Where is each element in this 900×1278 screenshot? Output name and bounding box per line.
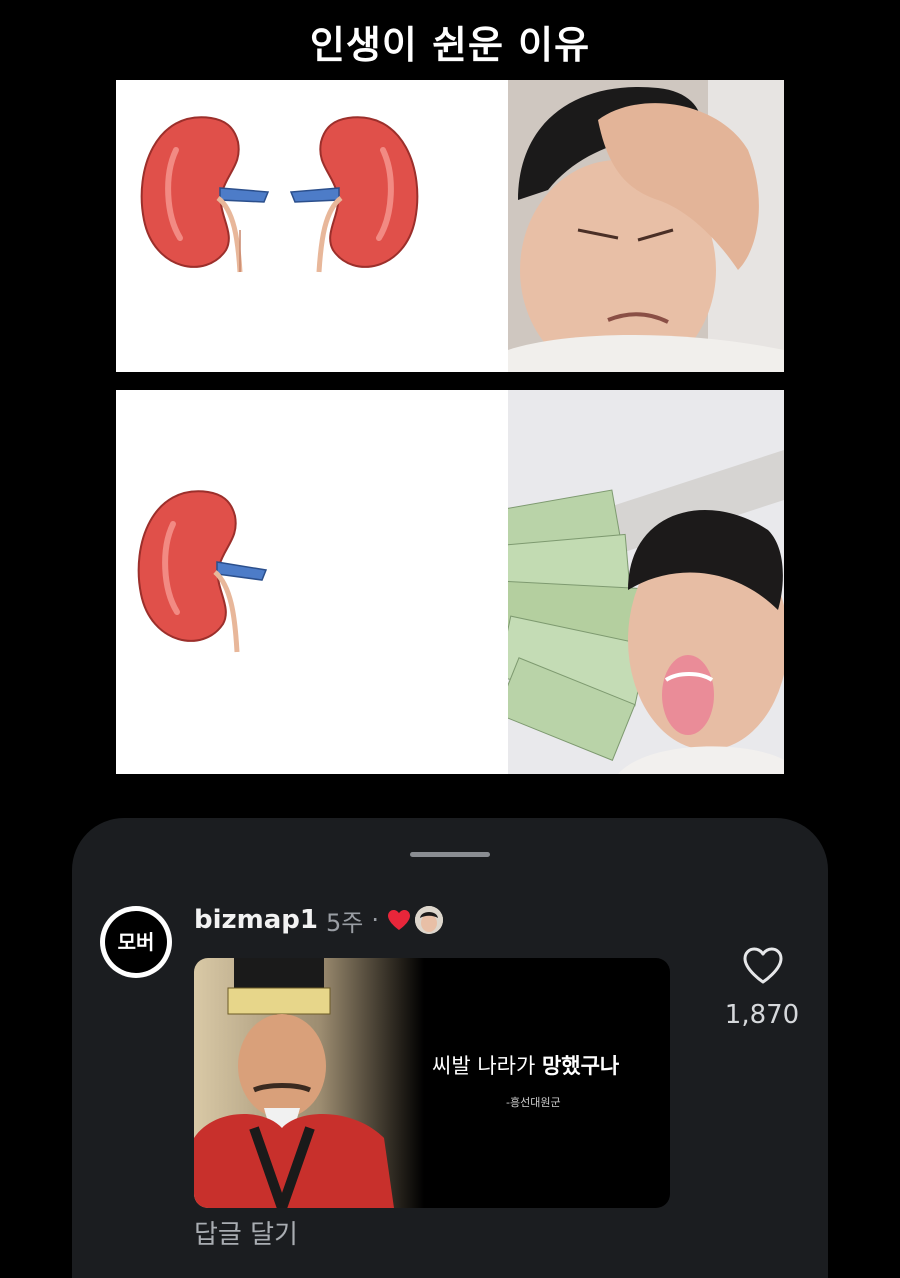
meme-panel-bottom (116, 390, 784, 774)
crying-kid-photo (508, 80, 784, 372)
kidney-right-icon (289, 116, 419, 273)
comment-attached-image[interactable]: 씨발 나라가 망했구나 -흥선대원군 (194, 958, 670, 1208)
quote-attribution: -흥선대원군 (506, 1096, 561, 1109)
quote-text: 씨발 나라가 망했구나 (432, 1050, 662, 1080)
like-count: 1,870 (724, 1000, 800, 1030)
separator-dot: · (371, 906, 379, 934)
author-mini-avatar (415, 906, 443, 934)
sheet-drag-handle[interactable] (410, 852, 490, 857)
heart-outline-icon[interactable] (742, 946, 784, 986)
quote-regular: 씨발 나라가 (432, 1054, 542, 1078)
comment-header: bizmap1 5주 · (194, 902, 443, 938)
kid-with-money-photo (508, 390, 784, 774)
reply-button[interactable]: 답글 달기 (194, 1214, 298, 1251)
heart-liked-icon (388, 910, 410, 930)
kidney-icon (137, 490, 268, 653)
two-kidneys-image (116, 80, 508, 372)
quote-bold: 망했구나 (541, 1054, 620, 1078)
meme-panel-top (116, 80, 784, 372)
avatar[interactable]: 모버 (100, 906, 172, 978)
meme-title: 인생이 쉰운 이유 (309, 23, 591, 67)
comment-time: 5주 (326, 908, 364, 937)
one-kidney-image (116, 390, 508, 774)
kidney-left-icon (140, 116, 270, 273)
comment-sheet: 모버 bizmap1 5주 · 씨발 나라가 망했구나 -흥선대원군 1,870… (72, 818, 828, 1278)
avatar-label: 모버 (105, 911, 167, 973)
username[interactable]: bizmap1 (194, 905, 318, 935)
